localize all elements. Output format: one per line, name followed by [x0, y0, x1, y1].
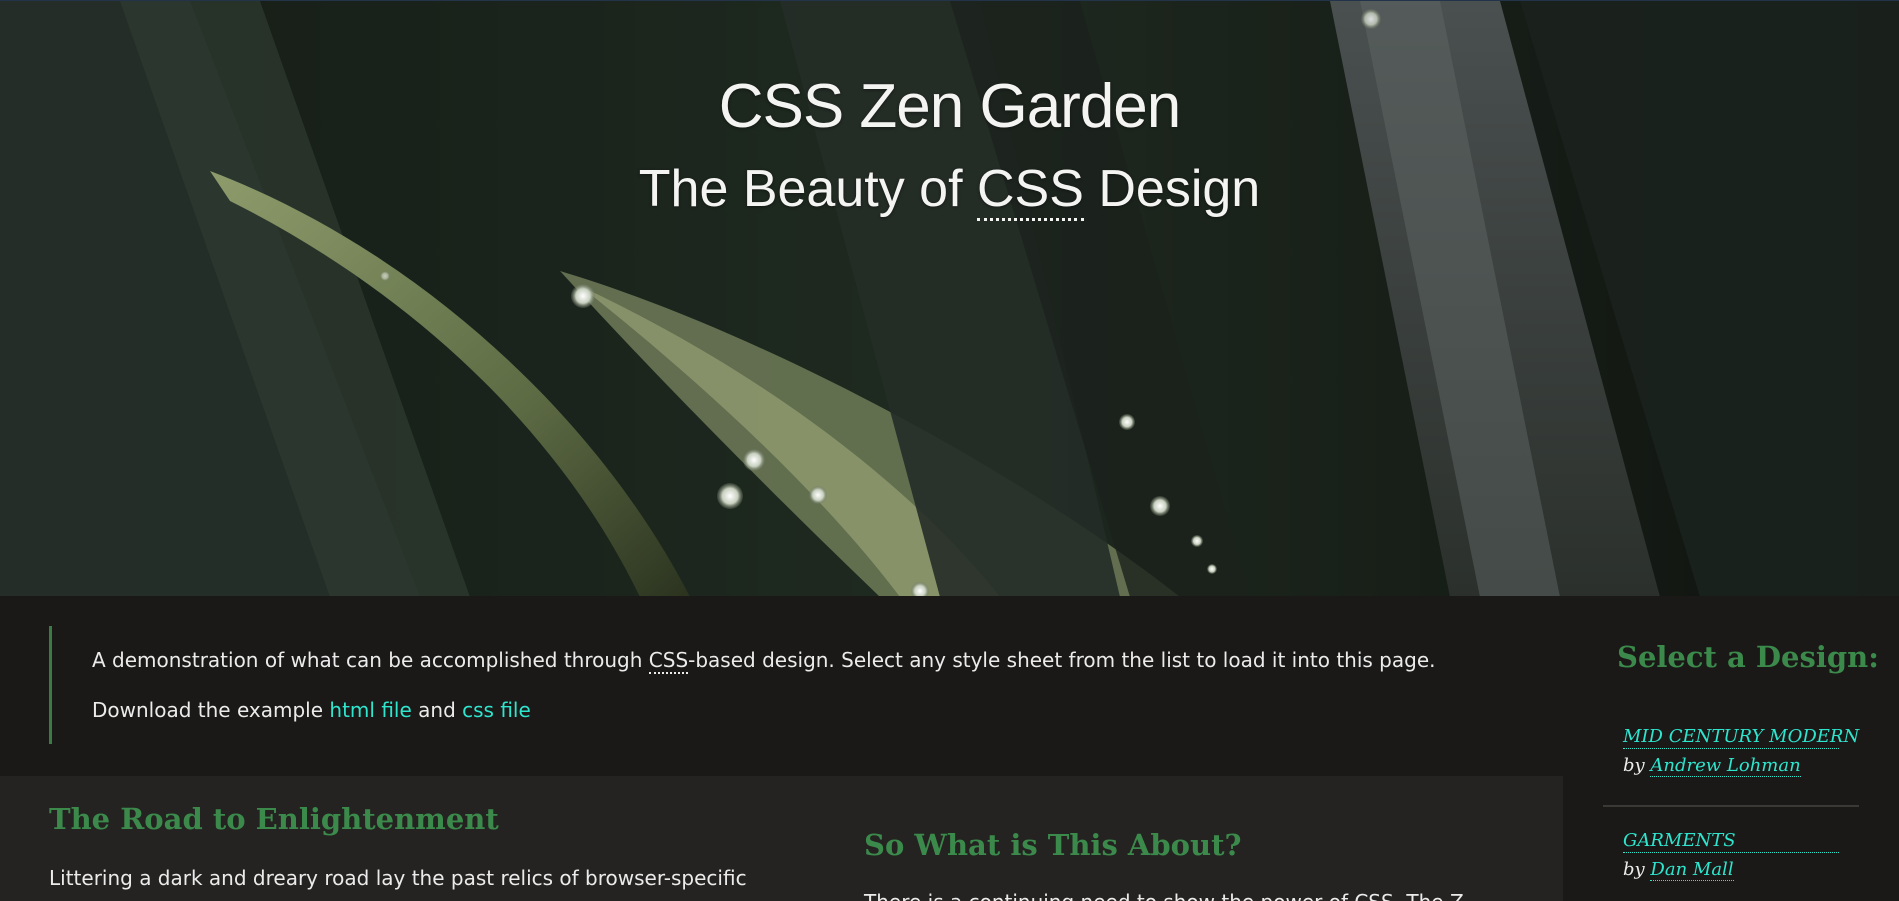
- section-text-road-to-enlightenment: Littering a dark and dreary road lay the…: [49, 866, 747, 890]
- design-divider: [1603, 805, 1859, 807]
- design-name-link[interactable]: MID CENTURY MODERN: [1623, 726, 1859, 749]
- site-title: CSS Zen Garden: [718, 72, 1182, 141]
- by-label: by: [1623, 859, 1651, 880]
- html-file-link[interactable]: html file: [329, 698, 411, 722]
- site-subtitle: The Beauty of CSS Design: [0, 159, 1899, 221]
- design-selector-sidebar: Select a Design: MID CENTURY MODERN by A…: [1563, 596, 1899, 901]
- intro-text-after: -based design. Select any style sheet fr…: [688, 648, 1436, 672]
- design-author-link[interactable]: Dan Mall: [1650, 859, 1734, 881]
- main-content: The Road to Enlightenment Littering a da…: [0, 776, 1563, 901]
- design-name-link[interactable]: GARMENTS: [1623, 830, 1839, 853]
- design-list-item: MID CENTURY MODERN by Andrew Lohman: [1623, 726, 1859, 777]
- download-and-text: and: [411, 698, 463, 722]
- css-abbreviation: CSS: [648, 648, 689, 674]
- section-text-what-is-this-about: There is a continuing need to show the p…: [864, 890, 1464, 901]
- download-line: Download the example html file and css f…: [92, 698, 531, 722]
- accent-bar: [49, 626, 52, 744]
- design-author-link[interactable]: Andrew Lohman: [1650, 755, 1801, 777]
- section-heading-what-is-this-about: So What is This About?: [864, 828, 1242, 862]
- intro-preamble: A demonstration of what can be accomplis…: [0, 596, 1563, 776]
- subtitle-text-before: The Beauty of: [638, 160, 977, 218]
- subtitle-text-after: Design: [1083, 160, 1261, 218]
- intro-summary: A demonstration of what can be accomplis…: [92, 648, 1436, 674]
- by-label: by: [1623, 755, 1651, 776]
- select-design-heading: Select a Design:: [1617, 640, 1879, 674]
- css-file-link[interactable]: css file: [462, 698, 531, 722]
- css-abbreviation: CSS: [976, 160, 1084, 221]
- hero-header: CSS Zen Garden The Beauty of CSS Design: [0, 0, 1899, 596]
- design-list-item: GARMENTS by Dan Mall: [1623, 830, 1839, 881]
- download-text: Download the example: [92, 698, 330, 722]
- intro-text-before: A demonstration of what can be accomplis…: [92, 648, 649, 672]
- section-heading-road-to-enlightenment: The Road to Enlightenment: [49, 802, 499, 836]
- design-credit: by Dan Mall: [1623, 859, 1839, 881]
- design-credit: by Andrew Lohman: [1623, 755, 1839, 777]
